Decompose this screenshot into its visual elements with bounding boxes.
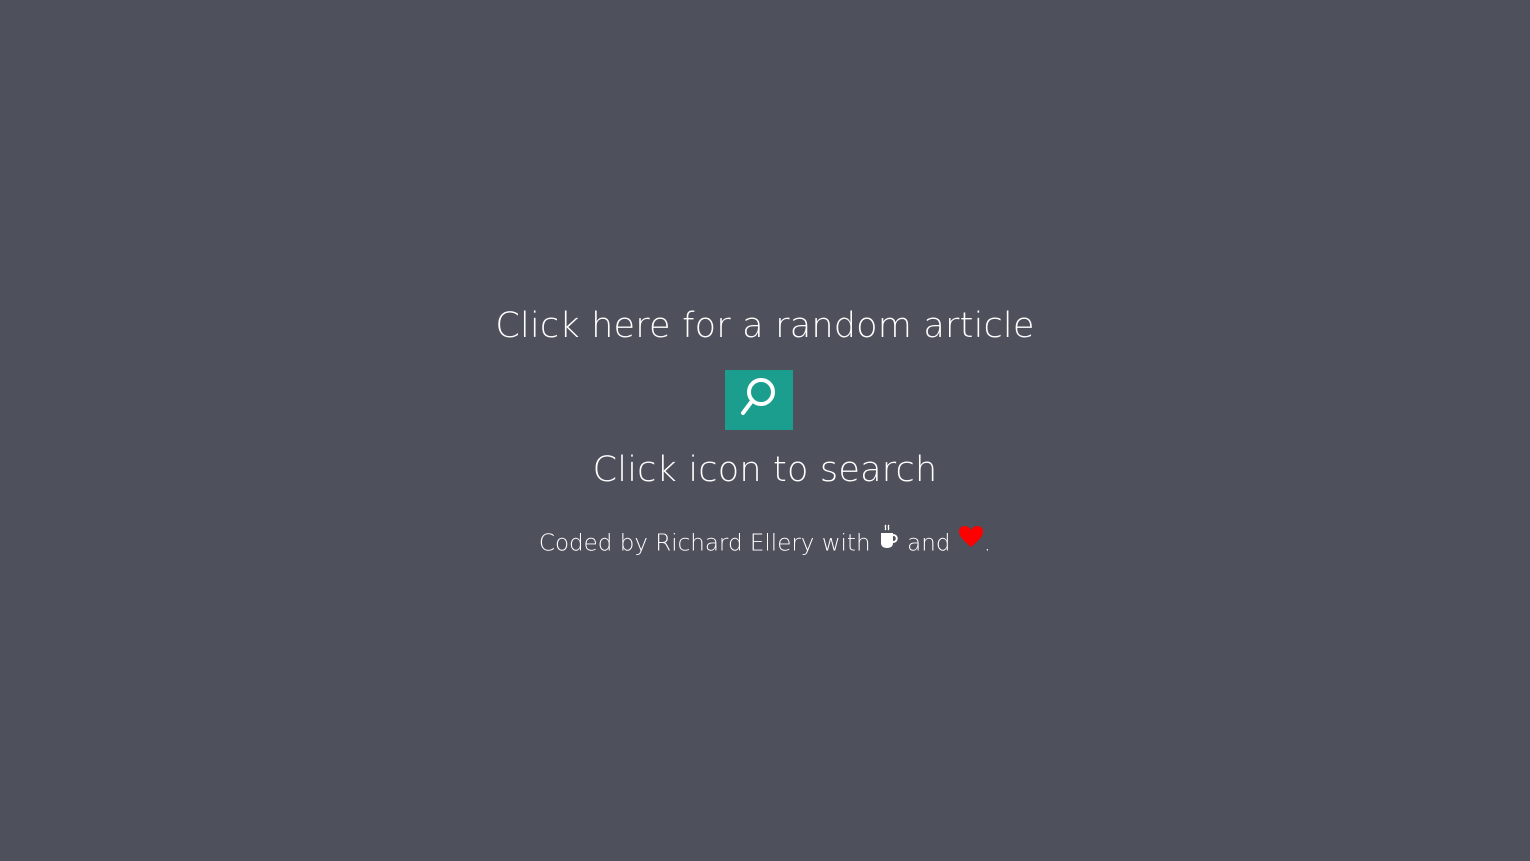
coffee-icon (878, 524, 900, 560)
search-hint-text: Click icon to search (592, 450, 938, 490)
page: Click here for a random article Click ic… (0, 0, 1530, 861)
footer-credit: Coded by Richard Ellery with and . (0, 524, 1530, 562)
random-article-link[interactable]: Click here for a random article (0, 302, 1530, 350)
search-button[interactable] (725, 370, 793, 430)
heart-icon (958, 525, 984, 559)
footer-prefix: Coded by Richard Ellery with (538, 530, 871, 557)
search-icon (741, 378, 775, 415)
footer-middle: and (907, 530, 951, 557)
footer-suffix: . (983, 530, 992, 557)
